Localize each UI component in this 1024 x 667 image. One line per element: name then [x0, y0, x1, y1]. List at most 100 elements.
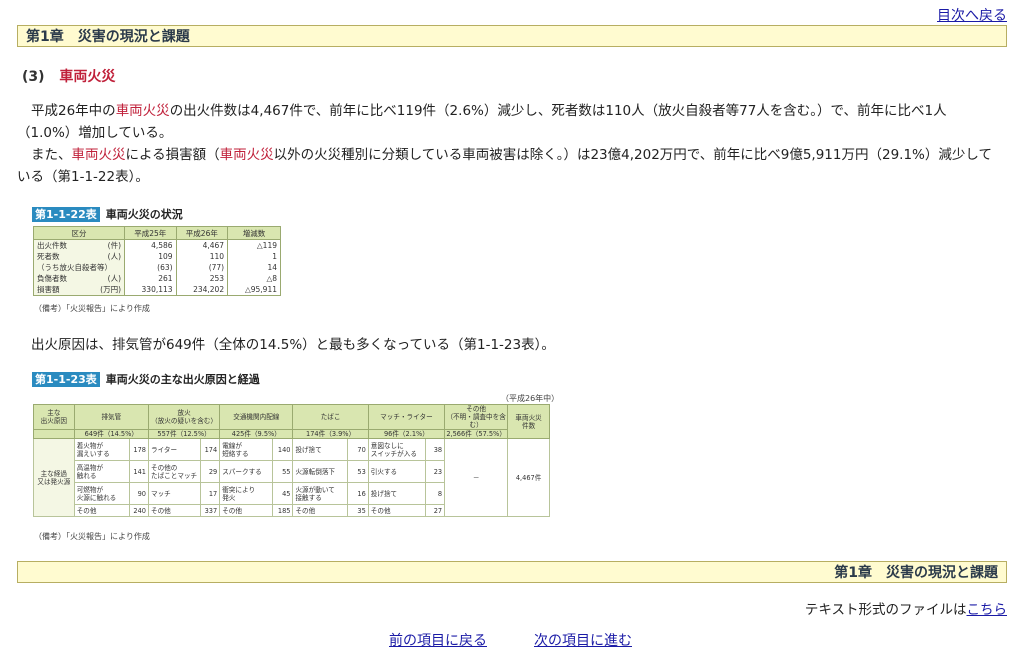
table-cell: (63)	[124, 262, 177, 273]
process-label: 火源が動いて 接触する	[292, 482, 349, 505]
cause-name: たばこ	[292, 404, 369, 430]
para1-d: （1.0%）増加している。	[17, 125, 173, 141]
total-header: 車両火災 件数	[507, 404, 550, 439]
para2-e: 以外の火災種別に分類している車両被害は除く。）は23億4,202万円で、前年に比…	[273, 147, 992, 163]
row-label-text: 死者数	[37, 252, 60, 261]
cause-count: 425件（9.5%）	[219, 429, 294, 439]
para2-c: による損害額（	[125, 147, 220, 163]
table-cell: △119	[227, 239, 281, 251]
other-cause-count: 2,566件（57.5%）	[444, 429, 509, 439]
table-row: （うち放火自殺者等） (63) (77) 14	[33, 262, 281, 273]
table-cell: (77)	[175, 262, 229, 273]
process-label: その他の たばことマッチ	[147, 460, 201, 483]
row-label: 負傷者数 (人)	[33, 273, 125, 284]
table-cell: 330,113	[124, 284, 177, 296]
table-row: 負傷者数 (人) 261 253 △8	[33, 273, 281, 284]
para2-keyword-2: 車両火災	[219, 147, 274, 163]
row-label: （うち放火自殺者等）	[33, 262, 125, 273]
process-label: 高温物が 触れる	[73, 460, 130, 483]
row-label-text: 損害額	[37, 285, 60, 294]
row-unit: (件)	[107, 241, 121, 250]
table22-caption: 第1-1-22表 車両火災の状況	[32, 206, 183, 222]
table22-header: 平成25年	[124, 226, 177, 240]
process-count: 174	[199, 438, 221, 461]
cause-name: マッチ・ライター	[367, 404, 446, 430]
table22-note: （備考）「火災報告」により作成	[34, 304, 150, 313]
table23-tag: 第1-1-23表	[32, 372, 100, 387]
table-cell: △8	[227, 273, 281, 284]
chapter-footer: 第1章 災害の現況と課題	[17, 561, 1007, 583]
table-row: 死者数 (人) 109 110 1	[33, 251, 281, 262]
process-label: 衝突により 発火	[219, 482, 274, 505]
process-count: 70	[347, 438, 369, 461]
table-cell: 4,586	[124, 239, 177, 251]
cause-name: 交通機関内配線	[219, 404, 294, 430]
table22-header-row: 区分 平成25年 平成26年 増減数	[33, 226, 281, 240]
para1-keyword: 車両火災	[115, 103, 170, 119]
process-count: 178	[128, 438, 149, 461]
text-file-prefix: テキスト形式のファイルは	[804, 602, 967, 618]
process-count: 23	[424, 460, 446, 483]
process-label: 電線が 短絡する	[219, 438, 274, 461]
table-row: 主な経過 又は発火源 着火物が 漏えいする 178 ライター 174 電線が 短絡する 14…	[33, 438, 550, 517]
row-label-text: （うち放火自殺者等）	[37, 263, 112, 272]
section-heading: (3) 車両火災	[22, 66, 115, 86]
table23-count-row: 649件（14.5%） 557件（12.5%） 425件（9.5%） 174件（…	[33, 429, 550, 439]
table22-header: 平成26年	[175, 226, 229, 240]
table23-caption: 第1-1-23表 車両火災の主な出火原因と経過	[32, 371, 260, 387]
table-cell: 234,202	[175, 284, 229, 296]
table-cell: 110	[175, 251, 229, 262]
process-label: その他	[292, 504, 349, 517]
row-label: 死者数 (人)	[33, 251, 125, 262]
table23-note: （備考）「火災報告」により作成	[34, 532, 150, 541]
row-label: 出火件数 (件)	[33, 239, 125, 251]
process-label: その他	[73, 504, 130, 517]
table23-title: 車両火災の主な出火原因と経過	[105, 373, 260, 386]
process-label: 投げ捨て	[292, 438, 349, 461]
para2-keyword-1: 車両火災	[71, 147, 126, 163]
table-row: 損害額 (万円) 330,113 234,202 △95,911	[33, 284, 281, 296]
other-cause-name: その他 （不明・調査中を含む）	[444, 404, 509, 430]
para1-a: 平成26年中の	[31, 103, 116, 119]
process-label: 可燃物が 火源に触れる	[73, 482, 130, 505]
total-value: 4,467件	[507, 438, 550, 517]
table-22: 区分 平成25年 平成26年 増減数 出火件数 (件) 4,586 4,467 △…	[33, 226, 281, 296]
row-label-text: 出火件数	[37, 241, 67, 250]
table-cell: △95,911	[227, 284, 281, 296]
table-cell: 14	[227, 262, 281, 273]
process-label: その他	[147, 504, 201, 517]
process-count: 53	[347, 460, 369, 483]
table-cell: 4,467	[175, 239, 229, 251]
cause-count: 174件（3.9%）	[292, 429, 369, 439]
row-label: 損害額 (万円)	[33, 284, 125, 296]
process-count: 38	[424, 438, 446, 461]
para1-c: の出火件数は4,467件で、前年に比べ119件（2.6%）減少し、死者数は110…	[169, 103, 947, 119]
process-count: 90	[128, 482, 149, 505]
table-cell: 1	[227, 251, 281, 262]
table22-tag: 第1-1-22表	[32, 207, 100, 222]
paragraph-2: また、車両火災による損害額（車両火災以外の火災種別に分類している車両被害は除く。…	[17, 144, 1007, 166]
next-item-link[interactable]: 次の項目に進む	[534, 630, 632, 650]
process-count: 8	[424, 482, 446, 505]
cause-count: 96件（2.1%）	[367, 429, 446, 439]
table23-side-label: 主な経過 又は発火源	[33, 438, 75, 517]
process-count: 29	[199, 460, 221, 483]
row-unit: (人)	[107, 274, 121, 283]
paragraph-1: 平成26年中の車両火災の出火件数は4,467件で、前年に比べ119件（2.6%）…	[17, 100, 1007, 122]
text-file-link[interactable]: こちら	[967, 602, 1008, 618]
process-label: その他	[219, 504, 274, 517]
back-to-toc-link[interactable]: 目次へ戻る	[937, 5, 1007, 25]
cause-name: 排気管	[73, 404, 149, 430]
process-count: 140	[272, 438, 294, 461]
table23-count-corner	[33, 429, 75, 439]
process-label: 引火する	[367, 460, 426, 483]
table-cell: 261	[124, 273, 177, 284]
table23-corner: 主な 出火原因	[33, 404, 75, 430]
table-row: 出火件数 (件) 4,586 4,467 △119	[33, 239, 281, 251]
process-count: 17	[199, 482, 221, 505]
prev-item-link[interactable]: 前の項目に戻る	[389, 630, 487, 650]
table22-header: 区分	[33, 226, 125, 240]
process-label: スパークする	[219, 460, 274, 483]
process-count: 141	[128, 460, 149, 483]
paragraph-1-cont: （1.0%）増加している。	[17, 122, 1007, 144]
